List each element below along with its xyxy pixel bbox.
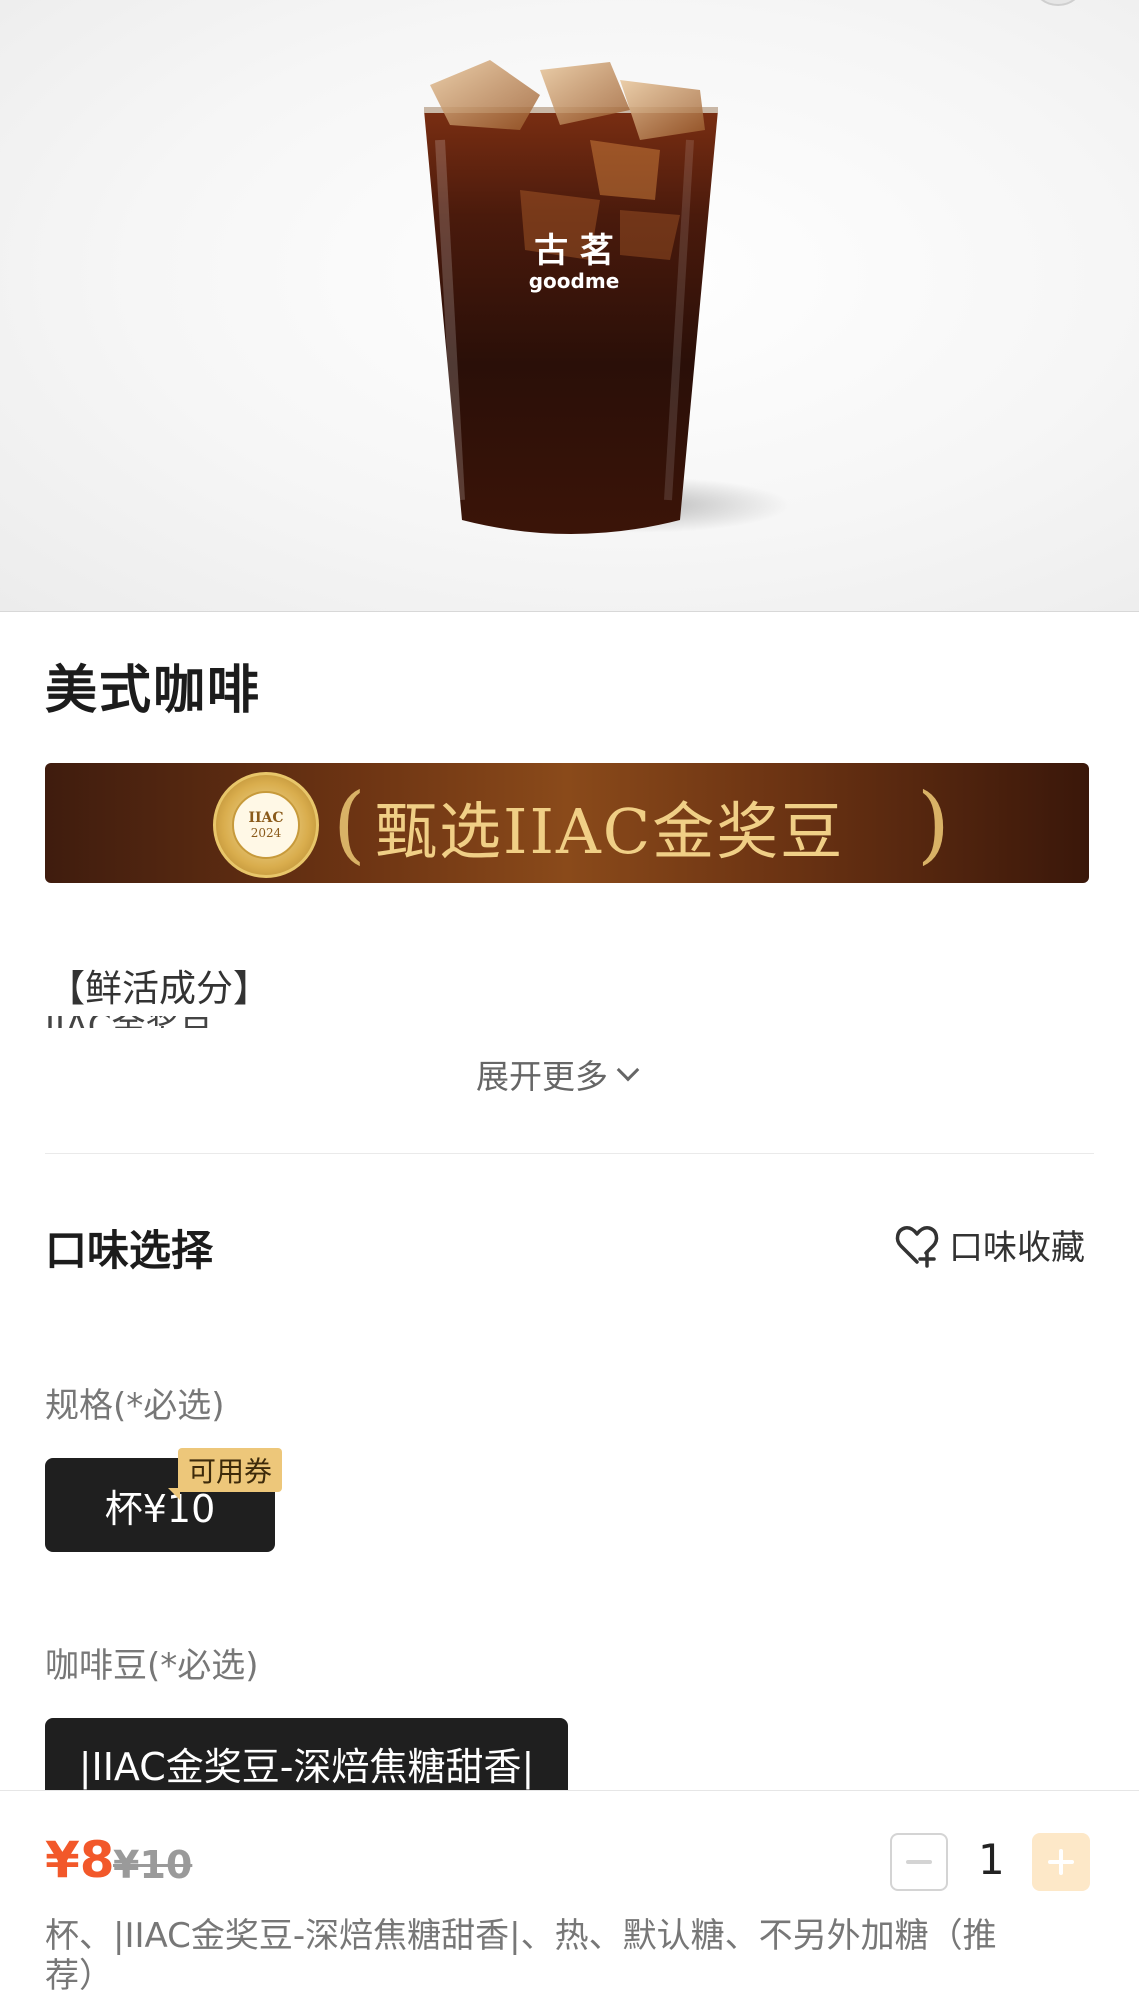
expand-more-button[interactable]: 展开更多 bbox=[476, 1050, 640, 1098]
quantity-value: 1 bbox=[978, 1835, 1005, 1884]
laurel-left-icon: ( bbox=[333, 775, 366, 873]
product-image: 古 茗 goodme bbox=[0, 0, 1139, 612]
favorite-taste-label: 口味收藏 bbox=[949, 1228, 1085, 1268]
divider bbox=[45, 1153, 1094, 1154]
medal-year: 2024 bbox=[250, 826, 282, 840]
iced-coffee-cup-image: 古 茗 goodme bbox=[424, 60, 790, 534]
coupon-badge: 可用券 bbox=[178, 1448, 283, 1492]
cup-brand-en: goodme bbox=[529, 269, 620, 293]
heart-plus-icon bbox=[895, 1225, 939, 1268]
spec-label: 规格(*必选) bbox=[45, 1386, 225, 1426]
banner-text: 甄选IIAC金奖豆 bbox=[375, 795, 845, 868]
description-truncated: IIAC金奖豆 bbox=[45, 1016, 445, 1028]
gold-medal-icon: IIAC 2024 bbox=[213, 772, 319, 878]
award-banner: IIAC 2024 ( 甄选IIAC金奖豆 ) bbox=[45, 763, 1089, 883]
favorite-taste-button[interactable]: 口味收藏 bbox=[893, 1220, 1085, 1269]
decrease-quantity-button[interactable] bbox=[890, 1833, 948, 1891]
current-price: ¥8 bbox=[45, 1831, 115, 1889]
description-heading: 【鲜活成分】 bbox=[48, 967, 270, 1010]
bottom-bar: ¥8 ¥10 1 杯、|IIAC金奖豆-深焙焦糖甜香|、热、默认糖、不另外加糖（… bbox=[0, 1790, 1139, 2011]
beans-option-label: |IIAC金奖豆-深焙焦糖甜香| bbox=[78, 1744, 535, 1789]
chevron-down-icon bbox=[616, 1058, 640, 1082]
medal-title: IIAC bbox=[248, 810, 284, 826]
beans-label: 咖啡豆(*必选) bbox=[45, 1646, 259, 1686]
taste-section-title: 口味选择 bbox=[45, 1226, 214, 1275]
selection-summary: 杯、|IIAC金奖豆-深焙焦糖甜香|、热、默认糖、不另外加糖（推荐） bbox=[45, 1916, 997, 1996]
expand-more-label: 展开更多 bbox=[476, 1057, 608, 1096]
laurel-right-icon: ) bbox=[917, 775, 950, 873]
increase-quantity-button[interactable] bbox=[1032, 1833, 1090, 1891]
coupon-badge-tail bbox=[168, 1488, 180, 1500]
product-title: 美式咖啡 bbox=[45, 661, 262, 721]
cup-brand-cn: 古 茗 bbox=[534, 231, 614, 271]
original-price: ¥10 bbox=[113, 1843, 193, 1887]
